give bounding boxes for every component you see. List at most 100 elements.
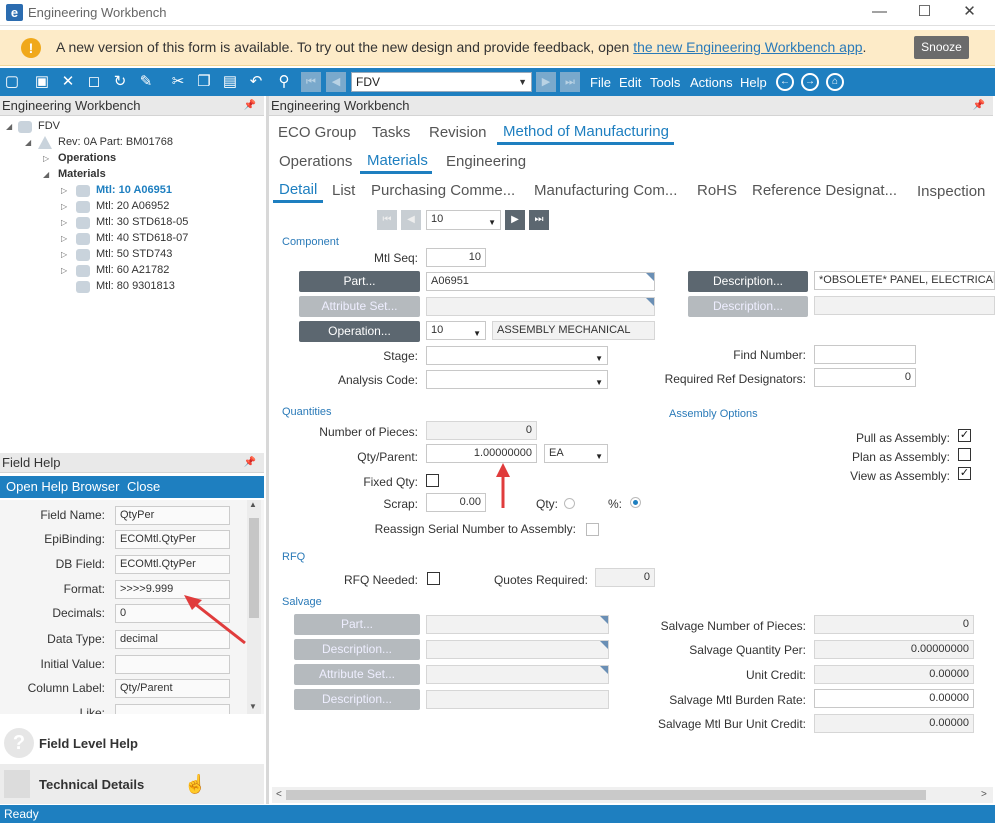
previous-record-icon[interactable]: ◀ — [326, 72, 346, 92]
tree-material-item[interactable]: Mtl: 20 A06952 — [96, 200, 169, 212]
operation-field[interactable]: 10 ▼ — [426, 321, 486, 340]
description-field[interactable]: *OBSOLETE* PANEL, ELECTRICAL B — [814, 271, 995, 290]
undo-icon[interactable]: ↶ — [246, 72, 266, 92]
pin-icon[interactable]: 📌 — [973, 96, 985, 116]
view-as-assembly-checkbox[interactable]: ✓ — [958, 467, 971, 480]
collapse-arrow-icon[interactable]: ◢ — [25, 138, 31, 147]
first-record-icon[interactable]: ⏮ — [377, 210, 397, 230]
pin-icon[interactable]: 📌 — [244, 96, 256, 116]
new-icon[interactable]: ▢ — [2, 72, 22, 92]
back-icon[interactable]: ← — [776, 73, 794, 91]
expand-arrow-icon[interactable]: ▷ — [61, 234, 67, 243]
close-help-link[interactable]: Close — [127, 476, 160, 498]
close-window-button[interactable]: ✕ — [947, 0, 992, 24]
tab-reference-designators[interactable]: Reference Designat... — [752, 182, 897, 199]
expand-arrow-icon[interactable]: ▷ — [61, 266, 67, 275]
last-record-icon[interactable]: ⏭ — [560, 72, 580, 92]
expand-arrow-icon[interactable]: ▷ — [61, 202, 67, 211]
fixed-qty-checkbox[interactable] — [426, 474, 439, 487]
forward-icon[interactable]: → — [801, 73, 819, 91]
tab-revision[interactable]: Revision — [429, 124, 487, 141]
scrap-percent-radio[interactable] — [630, 497, 641, 508]
next-record-icon[interactable]: ▶ — [536, 72, 556, 92]
menu-file[interactable]: File — [590, 75, 611, 90]
key-field-combo[interactable]: FDV ▼ — [351, 72, 532, 92]
scrap-field[interactable]: 0.00 — [426, 493, 486, 512]
stage-field[interactable]: ▼ — [426, 346, 608, 365]
tree-revision[interactable]: Rev: 0A Part: BM01768 — [58, 136, 173, 148]
new-app-link[interactable]: the new Engineering Workbench app — [633, 39, 862, 55]
menu-edit[interactable]: Edit — [619, 75, 641, 90]
menu-help[interactable]: Help — [740, 75, 767, 90]
collapse-arrow-icon[interactable]: ◢ — [6, 122, 12, 131]
tab-engineering[interactable]: Engineering — [446, 153, 526, 170]
mtl-seq-field[interactable]: 10 — [426, 248, 486, 267]
tab-operations[interactable]: Operations — [279, 153, 352, 170]
scrollbar-thumb[interactable] — [286, 790, 926, 800]
part-field[interactable]: A06951 — [426, 272, 655, 291]
qty-parent-field[interactable]: 1.00000000 — [426, 444, 537, 463]
tree-operations[interactable]: Operations — [58, 152, 116, 164]
horizontal-scrollbar[interactable]: < > — [272, 787, 993, 803]
brush-icon[interactable]: ✎ — [136, 72, 156, 92]
part-button[interactable]: Part... — [299, 271, 420, 292]
tab-materials[interactable]: Materials — [367, 152, 428, 169]
record-selector[interactable]: 10 ▼ — [426, 210, 501, 230]
menu-tools[interactable]: Tools — [650, 75, 680, 90]
save-icon[interactable]: ▣ — [32, 72, 52, 92]
expand-arrow-icon[interactable]: ▷ — [61, 218, 67, 227]
last-record-icon[interactable]: ⏭ — [529, 210, 549, 230]
pane-splitter[interactable] — [266, 96, 269, 804]
field-level-help-nav[interactable]: ? Field Level Help — [0, 722, 264, 764]
uom-field[interactable]: EA ▼ — [544, 444, 608, 463]
rfq-needed-checkbox[interactable] — [427, 572, 440, 585]
refresh-icon[interactable]: ↻ — [110, 72, 130, 92]
expand-arrow-icon[interactable]: ▷ — [61, 186, 67, 195]
tree-root[interactable]: FDV — [38, 120, 60, 132]
open-help-browser-link[interactable]: Open Help Browser — [6, 476, 119, 498]
tree-material-item[interactable]: Mtl: 30 STD618-05 — [96, 216, 188, 228]
first-record-icon[interactable]: ⏮ — [301, 72, 321, 92]
tab-purchasing-comments[interactable]: Purchasing Comme... — [371, 182, 515, 199]
tree-material-item[interactable]: Mtl: 50 STD743 — [96, 248, 172, 260]
tab-eco-group[interactable]: ECO Group — [278, 124, 356, 141]
menu-actions[interactable]: Actions — [690, 75, 733, 90]
minimize-button[interactable]: — — [857, 0, 902, 24]
paste-icon[interactable]: ▤ — [220, 72, 240, 92]
scroll-up-icon[interactable]: ▲ — [249, 500, 257, 509]
tab-manufacturing-comments[interactable]: Manufacturing Com... — [534, 182, 677, 199]
scroll-down-icon[interactable]: ▼ — [249, 702, 257, 711]
copy-icon[interactable]: ❐ — [194, 72, 214, 92]
next-record-icon[interactable]: ▶ — [505, 210, 525, 230]
clear-icon[interactable]: ◻ — [84, 72, 104, 92]
scrollbar-thumb[interactable] — [249, 518, 259, 618]
find-number-field[interactable] — [814, 345, 916, 364]
search-icon[interactable]: ⚲ — [274, 72, 294, 92]
tab-inspection[interactable]: Inspection — [917, 183, 985, 200]
tree-materials[interactable]: Materials — [58, 168, 106, 180]
maximize-button[interactable]: ☐ — [902, 0, 947, 24]
tab-rohs[interactable]: RoHS — [697, 182, 737, 199]
scrap-qty-radio[interactable] — [564, 498, 575, 509]
plan-as-assembly-checkbox[interactable] — [958, 448, 971, 461]
expand-arrow-icon[interactable]: ▷ — [61, 250, 67, 259]
analysis-code-field[interactable]: ▼ — [426, 370, 608, 389]
snooze-button[interactable]: Snooze — [914, 36, 969, 59]
cut-icon[interactable]: ✂ — [168, 72, 188, 92]
delete-icon[interactable]: ✕ — [58, 72, 78, 92]
operation-button[interactable]: Operation... — [299, 321, 420, 342]
tree-material-item[interactable]: Mtl: 40 STD618-07 — [96, 232, 188, 244]
expand-arrow-icon[interactable]: ▷ — [43, 154, 49, 163]
scroll-right-icon[interactable]: > — [981, 789, 987, 800]
tab-detail[interactable]: Detail — [279, 181, 317, 198]
tab-list[interactable]: List — [332, 182, 355, 199]
technical-details-nav[interactable]: Technical Details ☝ — [0, 764, 264, 804]
salvage-burden-rate-field[interactable]: 0.00000 — [814, 689, 974, 708]
tree-material-item[interactable]: Mtl: 80 9301813 — [96, 280, 175, 292]
pin-icon[interactable]: 📌 — [244, 453, 256, 473]
tree-material-item[interactable]: Mtl: 60 A21782 — [96, 264, 169, 276]
collapse-arrow-icon[interactable]: ◢ — [43, 170, 49, 179]
tab-tasks[interactable]: Tasks — [372, 124, 410, 141]
home-icon[interactable]: ⌂ — [826, 73, 844, 91]
scroll-left-icon[interactable]: < — [276, 789, 282, 800]
